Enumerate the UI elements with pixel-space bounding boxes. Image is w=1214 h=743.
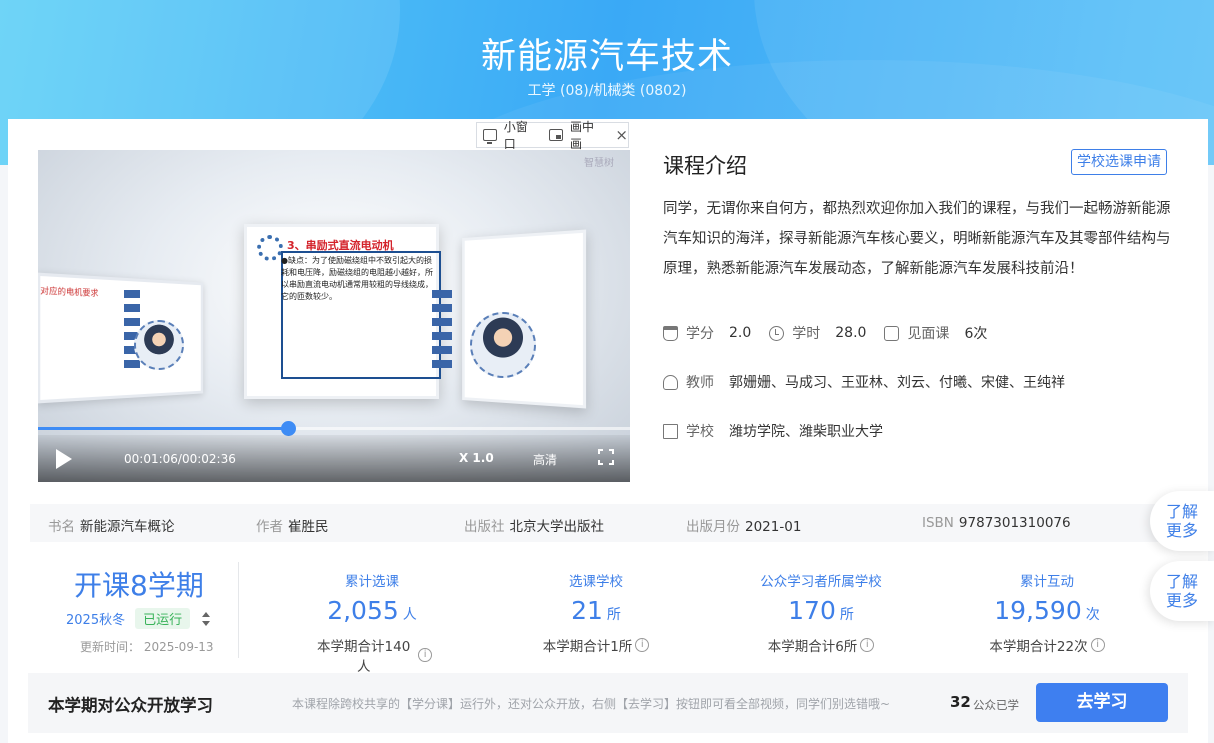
video-watermark-logo: 智慧树 [584,158,614,169]
course-meta-schools: 学校 潍坊学院、潍柴职业大学 [663,421,901,441]
book-date-label: 出版月份 [686,519,740,535]
video-progress-bar[interactable] [38,421,630,436]
book-date-value: 2021-01 [745,519,802,535]
term-count: 开课8学期 [74,569,204,602]
current-term[interactable]: 2025秋冬 [66,609,125,628]
hours-label: 学时 [792,326,821,342]
course-intro-text: 同学，无谓你来自何方，都热烈欢迎你加入我们的课程，与我们一起畅游新能源汽车知识的… [663,201,1171,277]
learn-more-button[interactable]: 了解 更多 [1150,491,1214,551]
video-progress-fill [38,427,288,430]
play-icon[interactable] [56,449,72,469]
pip-button[interactable]: 画中画 [570,118,605,152]
playback-speed-button[interactable]: X 1.0 [459,451,494,465]
credit-label: 学分 [686,326,714,342]
teacher-label: 教师 [686,375,714,391]
stat-interactions: 累计互动 19,590 次 本学期合计22次 i [982,570,1112,655]
book-author-value: 崔胜民 [288,519,329,535]
gear-icon [257,235,283,261]
go-study-button[interactable]: 去学习 [1036,683,1168,722]
public-study-bar: 本学期对公众开放学习 本课程除跨校共享的【学分课】运行外，还对公众开放，右侧【去… [28,673,1188,733]
teacher-value: 郭姗姗、马成习、王亚林、刘云、付曦、宋健、王纯祥 [729,375,1065,391]
slide-decoration [432,290,452,374]
school-label: 学校 [686,424,714,440]
video-time: 00:01:06/00:02:36 [124,452,236,466]
stat-value: 170 所 [788,596,854,625]
video-slide-main: 3、串励式直流电动机 ●缺点：为了使励磁绕组中不致引起大的损耗和电压降，励磁绕组… [244,224,441,399]
quality-button[interactable]: 高清 [533,451,557,468]
credit-value: 2.0 [729,325,752,341]
book-publisher-value: 北京大学出版社 [509,519,605,535]
slide-left-caption: 对应的电机要求 [40,285,99,298]
learn-more-label: 了解 [1165,502,1198,521]
learn-more-button[interactable]: 了解 更多 [1150,561,1214,621]
book-name-value: 新能源汽车概论 [80,519,175,535]
school-apply-button[interactable]: 学校选课申请 [1071,149,1167,175]
video-controls: 00:01:06/00:02:36 X 1.0 高清 [38,435,630,482]
textbook-info: 书名 新能源汽车概论 作者 崔胜民 出版社 北京大学出版社 出版月份 2021-01 I… [30,504,1180,542]
course-meta-credits: 学分 2.0 学时 28.0 见面课 6次 [663,323,1005,343]
stat-value: 21 所 [571,596,621,625]
chat-icon [884,325,900,341]
info-icon[interactable]: i [1090,638,1105,652]
learn-more-label: 更多 [1165,521,1198,540]
course-intro-title: 课程介绍 [663,154,747,178]
lecturer-avatar [470,312,536,378]
stat-label: 选课学校 [569,574,623,590]
video-progress-handle[interactable] [281,421,296,436]
stat-schools: 选课学校 21 所 本学期合计1所 i [536,570,656,655]
video-player[interactable]: 智慧树 对应的电机要求 3、串励式直流电动机 ●缺点：为了使励磁绕组中不致引起大… [38,150,630,482]
meet-label: 见面课 [907,326,950,342]
book-author-label: 作者 [256,519,283,535]
lecturer-avatar [134,320,184,370]
stat-value: 19,590 次 [994,596,1100,625]
book-publisher-label: 出版社 [464,519,505,535]
stat-public-schools: 公众学习者所属学校 170 所 本学期合计6所 i [746,570,896,655]
divider [238,562,239,658]
public-learner-label: 公众已学 [973,698,1019,712]
small-window-icon[interactable] [483,129,497,144]
learn-more-label: 了解 [1165,572,1198,591]
term-selector[interactable]: 2025秋冬 已运行 [66,608,211,629]
pip-icon[interactable] [549,129,563,141]
graduation-cap-icon [663,325,678,341]
stat-total-enroll: 累计选课 2,055 人 本学期合计140人 i [312,570,432,675]
slide-body: ●缺点：为了使励磁绕组中不致引起大的损耗和电压降，励磁绕组的电阻越小越好，所以串… [281,256,433,301]
status-badge: 已运行 [135,608,191,629]
info-icon[interactable]: i [635,638,650,652]
book-name-label: 书名 [48,519,75,535]
fullscreen-icon[interactable] [598,449,614,465]
course-meta-teachers: 教师 郭姗姗、马成习、王亚林、刘云、付曦、宋健、王纯祥 [663,372,1083,392]
video-mode-bar: 小窗口 画中画 × [476,120,629,151]
stat-label: 累计选课 [345,574,399,590]
public-study-title: 本学期对公众开放学习 [48,696,213,715]
user-icon [663,374,678,390]
public-learner-count: 32 [950,693,971,711]
clock-icon [769,325,785,341]
stat-label: 公众学习者所属学校 [760,574,882,590]
stat-term-total: 本学期合计1所 i [536,635,656,655]
course-category: 工学 (08)/机械类 (0802) [527,83,687,99]
close-icon[interactable]: × [615,126,628,144]
school-icon [663,423,678,439]
stat-value: 2,055 人 [327,596,417,625]
slide-heading: 3、串励式直流电动机 [287,239,394,252]
hours-value: 28.0 [835,325,867,341]
book-isbn-value: 9787301310076 [958,515,1071,531]
stat-term-total: 本学期合计140人 i [312,635,432,675]
learn-more-label: 更多 [1165,591,1198,610]
book-isbn-label: ISBN [922,515,954,531]
small-window-button[interactable]: 小窗口 [504,118,539,152]
stat-label: 累计互动 [1020,574,1074,590]
info-icon[interactable]: i [860,638,875,652]
meet-value: 6次 [964,326,988,342]
course-title: 新能源汽车技术 [480,37,733,77]
sort-arrows-icon[interactable] [202,611,211,626]
public-study-desc: 本课程除跨校共享的【学分课】运行外，还对公众开放，右侧【去学习】按钮即可看全部视… [292,697,891,711]
update-time: 更新时间： 2025-09-13 [80,640,214,654]
school-value: 潍坊学院、潍柴职业大学 [729,424,883,440]
stat-term-total: 本学期合计6所 i [746,635,896,655]
stat-term-total: 本学期合计22次 i [982,635,1112,655]
info-icon[interactable]: i [418,648,432,662]
